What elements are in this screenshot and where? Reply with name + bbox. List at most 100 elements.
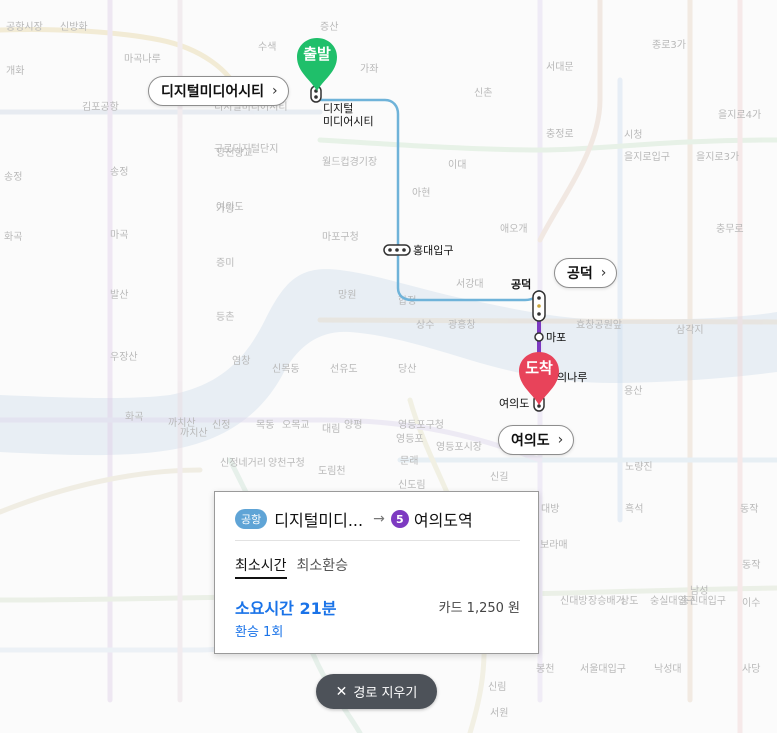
destination-pin[interactable]: 도착 [517,350,561,406]
destination-station-chip[interactable]: 여의도 › [498,425,575,455]
station-label: 종로3가 [652,39,686,51]
station-label: 장승배기 [588,595,625,607]
station-label: 화곡 [4,231,22,243]
station-label: 송정 [110,166,128,178]
station-label: 개화 [6,65,24,77]
station-label: 증미 [216,257,234,269]
station-label: 흑석 [625,502,643,515]
chevron-right-icon: › [600,265,607,281]
station-label: 노량진 [625,461,653,473]
station-label: 발산 [110,289,128,301]
line5-badge: 5 [390,510,409,528]
clear-route-button[interactable]: ✕ 경로 지우기 [316,674,437,709]
station-label: 신길 [490,470,508,483]
destination-pin-label: 도착 [525,359,553,377]
route-summary-card[interactable]: 공항 디지털미디... → 5 여의도역 최소시간 최소환승 소요시간 21분 … [214,491,539,654]
origin-pin-label: 출발 [303,45,331,63]
station-label: 동작 [740,503,758,515]
station-label: 신정 [212,419,230,431]
station-label: 영등포시장 [436,441,482,453]
clear-route-label: 경로 지우기 [353,686,418,701]
station-label: 이대 [448,159,466,171]
station-label: 을지로3가 [696,151,739,163]
destination-station-chip-label: 여의도 [511,433,550,449]
station-label: 신림 [488,681,506,693]
station-label: 신도림 [398,479,426,491]
station-label: 송정 [4,171,22,183]
station-label: 문래 [400,455,418,467]
station-label: 수색 [258,41,276,53]
station-label-mapo: 마포 [546,331,566,344]
route-option-tabs: 최소시간 최소환승 [235,555,348,579]
travel-duration: 소요시간 21분 [235,599,337,618]
station-label: 선유도 [330,363,358,375]
station-label: 신목동 [272,363,300,375]
station-label: 봉천 [536,663,554,675]
station-label: 충정로 [546,128,574,140]
station-label: 을지로4가 [718,109,761,121]
station-label-gongdeok: 공덕 [511,277,531,291]
station-label: 월드컵경기장 [322,155,377,168]
station-label: 목동 [256,419,274,431]
station-label: 영등포 [396,433,424,445]
station-label: 시청 [624,129,642,141]
station-label: 김포공항 [82,101,119,113]
station-label: 효창공원앞 [576,319,622,331]
station-label: 양천향교 [216,147,253,159]
station-label: 대림 [322,423,340,435]
station-label: 가좌 [360,63,378,75]
station-label: 신정네거리 [220,457,266,469]
divider [235,540,520,541]
station-label: 신방화 [60,21,88,33]
station-label: 가양 [216,203,234,215]
airport-line-badge: 공항 [235,509,268,529]
station-label: 마곡나루 [124,53,161,65]
station-label-yeouinaru: 의나루 [557,371,587,384]
station-label: 신대방 [560,595,588,607]
transfer-station-chip-label: 공덕 [567,266,593,282]
origin-station-chip[interactable]: 디지털미디어시티 › [148,76,289,106]
station-label: 망원 [338,289,356,301]
station-label: 광흥창 [448,318,476,331]
station-label: 사당 [742,663,760,675]
station-label: 상수 [416,319,434,331]
to-station: 여의도역 [413,511,473,530]
station-label: 서강대 [456,278,484,290]
station-label: 화곡 [125,411,143,423]
transfer-count: 환승 1회 [235,625,284,640]
tab-min-transfer[interactable]: 최소환승 [297,555,349,579]
station-label: 염창 [232,355,250,367]
transfer-station-chip[interactable]: 공덕 › [554,258,618,288]
origin-station-chip-label: 디지털미디어시티 [161,84,265,100]
tab-fastest[interactable]: 최소시간 [235,555,287,579]
station-label: 보라매 [540,539,568,551]
station-label: 우장산 [110,351,138,363]
station-label: 삼각지 [676,324,704,336]
station-label: 서울대입구 [580,662,626,675]
station-label-hongik: 홍대입구 [413,243,453,257]
station-label: 오목교 [282,419,310,431]
station-label: 영등포구청 [398,419,444,431]
chevron-right-icon: › [557,432,564,448]
station-label: 아현 [412,187,430,199]
station-label: 등촌 [216,311,234,323]
station-label: 동작 [742,559,760,571]
station-label: 을지로입구 [624,150,670,163]
station-label: 용산 [624,385,642,397]
station-label: 마곡 [110,229,128,241]
station-label: 신촌 [474,87,492,99]
station-label: 낙성대 [654,663,682,675]
chevron-right-icon: › [272,83,278,99]
from-station: 디지털미디... [274,511,364,530]
station-label: 양천구청 [268,457,305,469]
origin-pin[interactable]: 출발 [295,36,339,92]
station-label: 대방 [541,503,559,515]
station-label: 공항시장 [6,21,43,33]
station-marker-mapo [534,332,544,342]
close-icon: ✕ [335,683,348,700]
station-label: 충무로 [716,223,744,235]
station-label: 애오개 [500,223,528,235]
station-label: 도림천 [318,465,346,477]
station-label: 마포구청 [322,231,359,243]
station-label: 까치산 [180,427,208,439]
